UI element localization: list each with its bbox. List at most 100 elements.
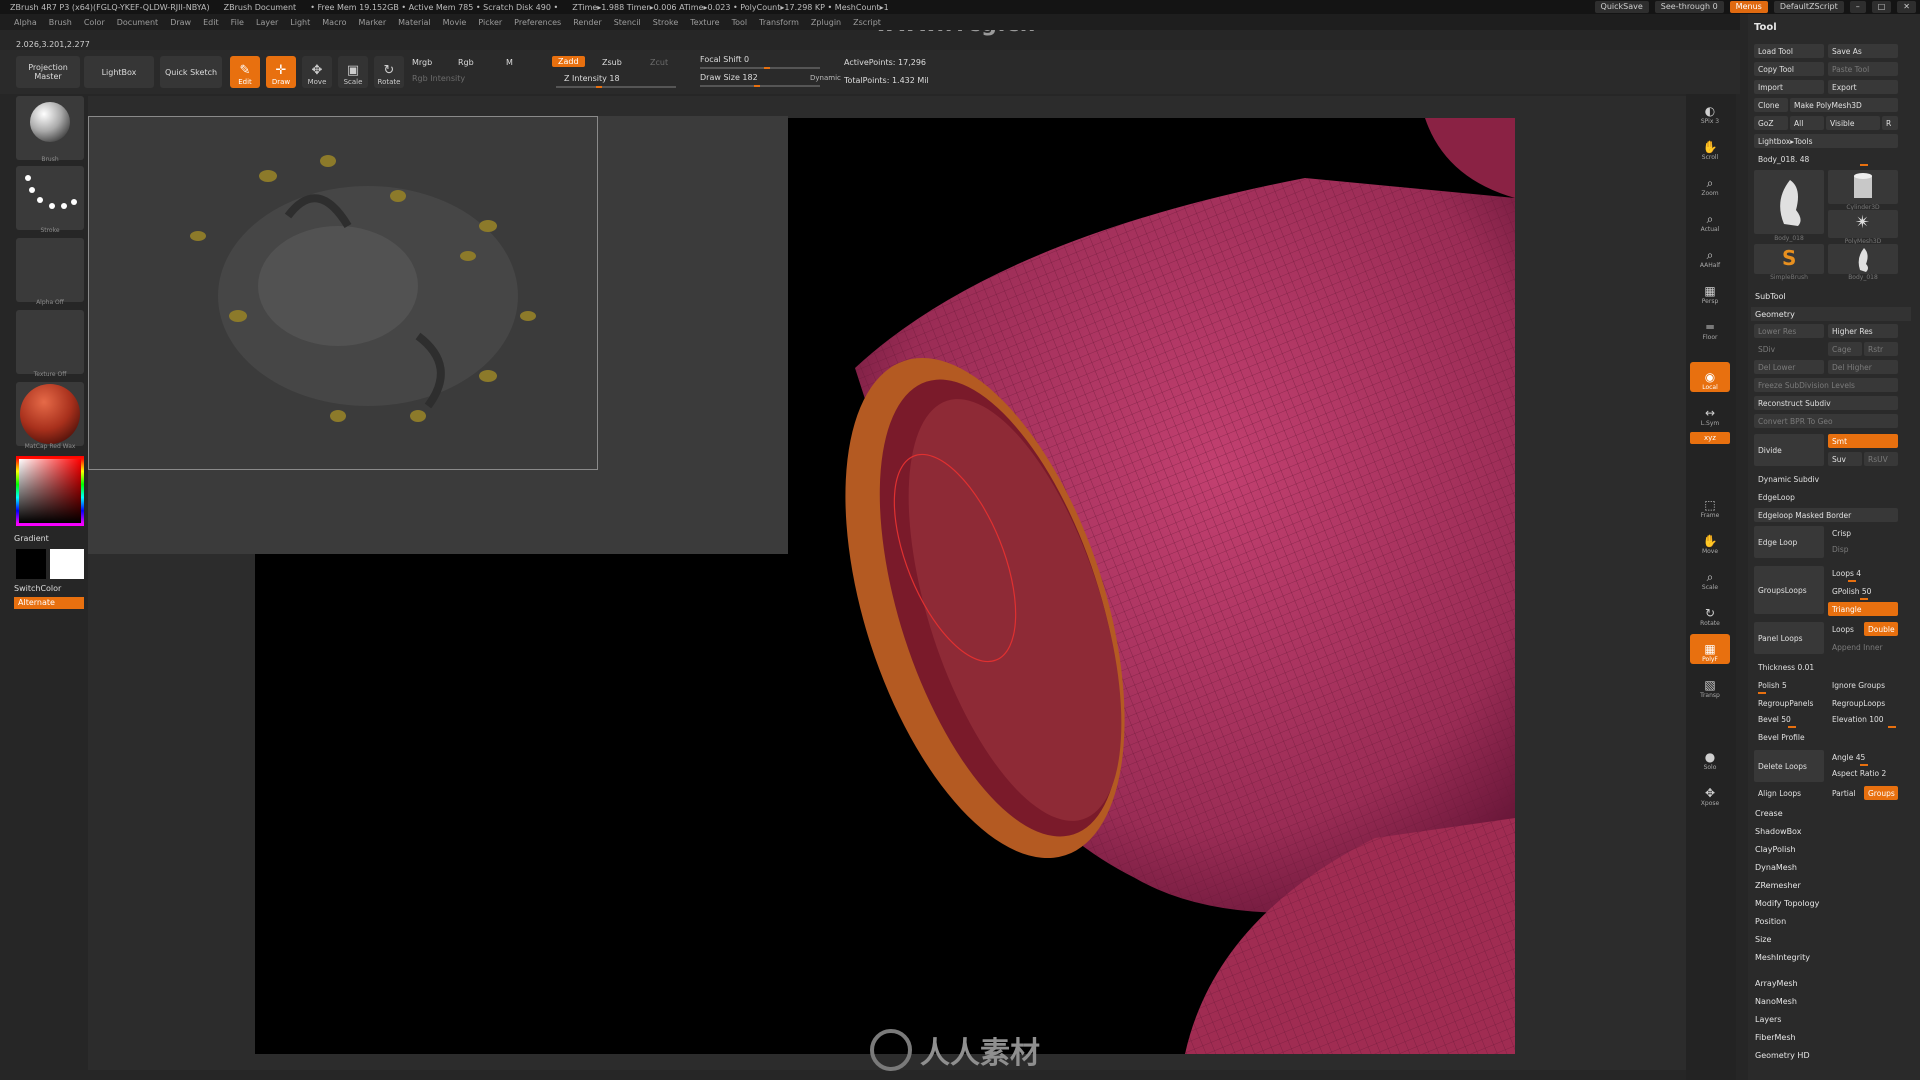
menu-zplugin[interactable]: Zplugin <box>811 18 841 27</box>
goz-all-button[interactable]: All <box>1790 116 1824 130</box>
brush-thumbnail[interactable] <box>16 96 84 160</box>
panel-loops-slider[interactable]: Loops <box>1828 622 1862 636</box>
z-intensity-track[interactable] <box>556 86 676 88</box>
material-thumbnail[interactable] <box>16 382 84 446</box>
viewport[interactable] <box>88 96 1688 1070</box>
lower-res-button[interactable]: Lower Res <box>1754 324 1824 338</box>
focal-shift-track[interactable] <box>700 67 820 69</box>
tool-thumbnail-body-small[interactable] <box>1828 244 1898 274</box>
size-header[interactable]: Size <box>1751 932 1911 946</box>
dynamic-subdiv-header[interactable]: Dynamic Subdiv <box>1754 472 1898 486</box>
smt-toggle[interactable]: Smt <box>1828 434 1898 448</box>
sdiv-slider[interactable]: SDiv <box>1754 342 1824 356</box>
maximize-icon[interactable]: □ <box>1871 1 1892 13</box>
menu-document[interactable]: Document <box>117 18 158 27</box>
close-icon[interactable]: ✕ <box>1897 1 1916 13</box>
scale-view-button[interactable]: ⌕ Scale <box>1690 562 1730 592</box>
primary-color-swatch[interactable] <box>16 549 46 579</box>
bevel-slider[interactable]: Bevel 50 <box>1754 712 1824 726</box>
solo-button[interactable]: ● Solo <box>1690 742 1730 772</box>
edge-loop-button[interactable]: Edge Loop <box>1754 526 1824 558</box>
quick-sketch-button[interactable]: Quick Sketch <box>160 56 222 88</box>
elevation-handle[interactable] <box>1888 726 1896 728</box>
menu-texture[interactable]: Texture <box>690 18 719 27</box>
default-zscript-button[interactable]: DefaultZScript <box>1773 1 1844 13</box>
layers-header[interactable]: Layers <box>1751 1012 1911 1026</box>
zadd-button[interactable]: Zadd <box>552 56 585 67</box>
menus-button[interactable]: Menus <box>1729 1 1768 13</box>
crease-header[interactable]: Crease <box>1751 806 1911 820</box>
menu-render[interactable]: Render <box>573 18 601 27</box>
regroup-loops-toggle[interactable]: RegroupLoops <box>1828 696 1898 710</box>
zcut-button[interactable]: Zcut <box>650 58 668 67</box>
alternate-button[interactable]: Alternate <box>14 597 84 609</box>
align-loops-button[interactable]: Align Loops <box>1754 786 1824 800</box>
dynamesh-header[interactable]: DynaMesh <box>1751 860 1911 874</box>
elevation-slider[interactable]: Elevation 100 <box>1828 712 1898 726</box>
aahalf-button[interactable]: ⌕ AAHalf <box>1690 240 1730 270</box>
angle-slider[interactable]: Angle 45 <box>1828 750 1898 764</box>
menu-stroke[interactable]: Stroke <box>653 18 679 27</box>
reference-image[interactable] <box>88 116 788 554</box>
crisp-toggle[interactable]: Crisp <box>1828 526 1898 540</box>
export-button[interactable]: Export <box>1828 80 1898 94</box>
tool-thumbnail-cylinder[interactable] <box>1828 170 1898 204</box>
minimize-icon[interactable]: – <box>1849 1 1866 13</box>
menu-edit[interactable]: Edit <box>203 18 219 27</box>
reconstruct-subdiv-button[interactable]: Reconstruct Subdiv <box>1754 396 1898 410</box>
dynamic-button[interactable]: Dynamic <box>810 74 841 82</box>
local-button[interactable]: ◉ Local <box>1690 362 1730 392</box>
triangle-toggle[interactable]: Triangle <box>1828 602 1898 616</box>
loops-slider[interactable]: Loops 4 <box>1828 566 1898 580</box>
groups-toggle[interactable]: Groups <box>1864 786 1898 800</box>
edgeloop-masked-border-button[interactable]: Edgeloop Masked Border <box>1754 508 1898 522</box>
mrgb-button[interactable]: Mrgb <box>412 58 432 67</box>
texture-thumbnail[interactable] <box>16 310 84 374</box>
move-view-button[interactable]: ✋ Move <box>1690 526 1730 556</box>
polyf-button[interactable]: ▦ PolyF <box>1690 634 1730 664</box>
regroup-panels-toggle[interactable]: RegroupPanels <box>1754 696 1824 710</box>
tool-thumbnail-body[interactable] <box>1754 170 1824 234</box>
polish-slider[interactable]: Polish 5 <box>1754 678 1824 692</box>
menu-light[interactable]: Light <box>290 18 310 27</box>
draw-size-handle[interactable] <box>754 85 760 87</box>
save-as-button[interactable]: Save As <box>1828 44 1898 58</box>
menu-layer[interactable]: Layer <box>256 18 278 27</box>
edgeloop-header[interactable]: EdgeLoop <box>1754 490 1898 504</box>
current-tool-handle[interactable] <box>1860 164 1868 166</box>
del-lower-button[interactable]: Del Lower <box>1754 360 1824 374</box>
gradient-label[interactable]: Gradient <box>14 534 49 543</box>
draw-size-track[interactable] <box>700 85 820 87</box>
groupsloops-button[interactable]: GroupsLoops <box>1754 566 1824 614</box>
goz-visible-button[interactable]: Visible <box>1826 116 1880 130</box>
tool-thumbnail-polymesh[interactable]: ✴ <box>1828 210 1898 238</box>
import-button[interactable]: Import <box>1754 80 1824 94</box>
cage-button[interactable]: Cage <box>1828 342 1862 356</box>
polish-handle[interactable] <box>1758 692 1766 694</box>
suv-toggle[interactable]: Suv <box>1828 452 1862 466</box>
position-header[interactable]: Position <box>1751 914 1911 928</box>
z-intensity-handle[interactable] <box>596 86 602 88</box>
del-higher-button[interactable]: Del Higher <box>1828 360 1898 374</box>
stroke-thumbnail[interactable] <box>16 166 84 230</box>
spix-button[interactable]: ◐ SPix 3 <box>1690 96 1730 126</box>
menu-brush[interactable]: Brush <box>49 18 72 27</box>
rsuv-toggle[interactable]: RsUV <box>1864 452 1898 466</box>
move-tool-button[interactable]: ✥ Move <box>302 56 332 88</box>
menu-file[interactable]: File <box>231 18 244 27</box>
lightbox-button[interactable]: LightBox <box>84 56 154 88</box>
menu-picker[interactable]: Picker <box>478 18 502 27</box>
divide-button[interactable]: Divide <box>1754 434 1824 466</box>
panel-loops-button[interactable]: Panel Loops <box>1754 622 1824 654</box>
freeze-subdiv-button[interactable]: Freeze SubDivision Levels <box>1754 378 1898 392</box>
aspect-ratio-slider[interactable]: Aspect Ratio 2 <box>1828 766 1898 780</box>
edit-tool-button[interactable]: ✎ Edit <box>230 56 260 88</box>
projection-master-button[interactable]: Projection Master <box>16 56 80 88</box>
switch-color-button[interactable]: SwitchColor <box>14 584 61 593</box>
geometry-hd-header[interactable]: Geometry HD <box>1751 1048 1911 1062</box>
geometry-header[interactable]: Geometry <box>1751 307 1911 321</box>
m-button[interactable]: M <box>506 58 513 67</box>
gpolish-handle[interactable] <box>1860 598 1868 600</box>
rstr-button[interactable]: Rstr <box>1864 342 1898 356</box>
claypolish-header[interactable]: ClayPolish <box>1751 842 1911 856</box>
